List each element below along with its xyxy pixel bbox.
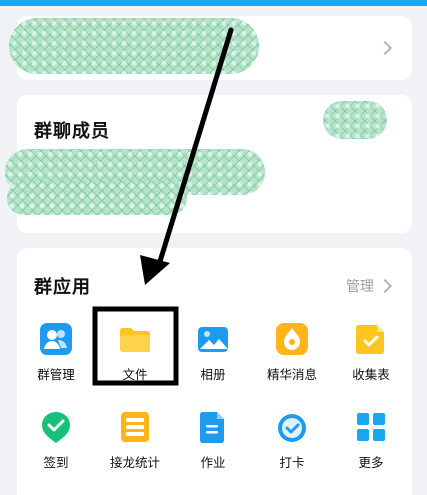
app-label: 群管理: [37, 367, 75, 382]
app-more[interactable]: 更多: [339, 410, 403, 471]
app-label: 接龙统计: [109, 455, 160, 470]
app-essence-messages[interactable]: 精华消息: [260, 322, 324, 383]
app-label: 文件: [122, 367, 148, 382]
app-group-admin[interactable]: 群管理: [24, 322, 88, 383]
more-grid-icon: [354, 410, 388, 444]
chevron-right-icon: [377, 40, 393, 56]
essence-message-icon: [275, 322, 309, 356]
app-label: 精华消息: [266, 367, 317, 382]
app-label: 收集表: [352, 367, 390, 382]
app-collection-form[interactable]: 收集表: [339, 322, 403, 383]
group-members-card[interactable]: [5, 95, 412, 233]
app-label: 作业: [200, 455, 226, 470]
app-clock-in[interactable]: 打卡: [260, 410, 324, 471]
app-label: 打卡: [279, 455, 305, 470]
collection-form-icon: [354, 322, 388, 356]
app-homework[interactable]: 作业: [181, 410, 245, 471]
app-album[interactable]: 相册: [181, 322, 245, 383]
app-relay-stats[interactable]: 接龙统计: [103, 410, 167, 471]
clock-in-icon: [275, 410, 309, 444]
members-section-title: 群聊成员: [34, 121, 110, 142]
redacted-member-count: [323, 101, 387, 139]
relay-stats-icon: [118, 410, 152, 444]
homework-icon: [196, 410, 230, 444]
app-checkin[interactable]: 签到: [24, 410, 88, 471]
app-label: 相册: [200, 367, 226, 382]
group-admin-icon: [39, 322, 73, 356]
checkin-icon: [39, 410, 73, 444]
top-accent-strip: [0, 0, 427, 6]
redacted-member-avatars: [7, 181, 187, 215]
apps-section-title: 群应用: [34, 277, 91, 298]
manage-link[interactable]: 管理: [346, 276, 374, 296]
app-label: 更多: [358, 455, 384, 470]
redacted-group-name: [9, 18, 259, 74]
folder-icon: [118, 322, 152, 356]
group-info-card[interactable]: [9, 16, 412, 80]
app-label: 签到: [43, 455, 69, 470]
app-files[interactable]: 文件: [103, 322, 167, 383]
photo-album-icon: [196, 322, 230, 356]
